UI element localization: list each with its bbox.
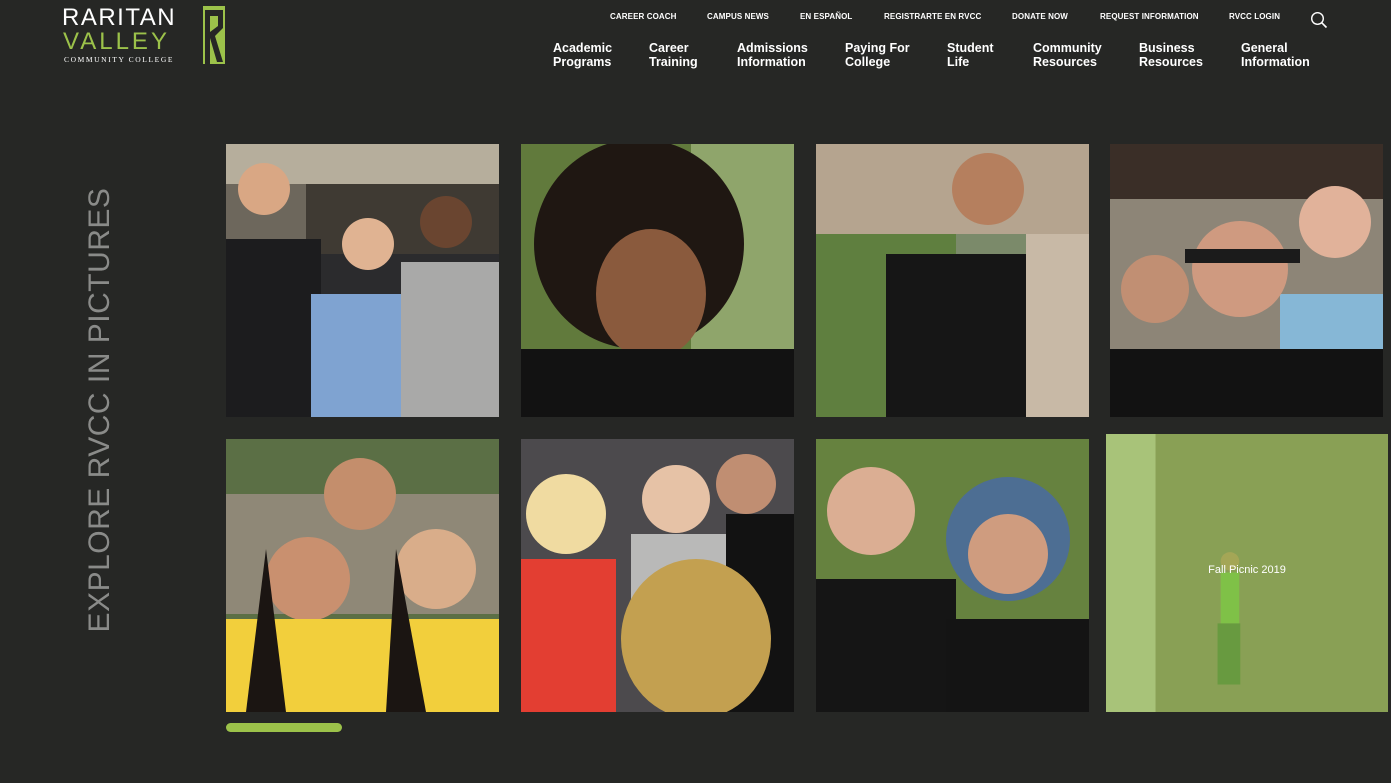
main-nav-label-line1: General bbox=[1241, 41, 1288, 55]
gallery-photo-students-yellow-shirts[interactable] bbox=[226, 439, 499, 712]
main-nav-label-line2: Information bbox=[1241, 55, 1310, 69]
main-nav-label-line2: Information bbox=[737, 55, 806, 69]
main-nav-paying-for-college[interactable]: Paying For College bbox=[845, 41, 910, 69]
main-nav-label-line1: Student bbox=[947, 41, 994, 55]
utility-nav: CAREER COACH CAMPUS NEWS EN ESPAÑOL REGI… bbox=[0, 12, 1391, 26]
main-nav-community-resources[interactable]: Community Resources bbox=[1033, 41, 1102, 69]
main-nav-general-information[interactable]: General Information bbox=[1241, 41, 1310, 69]
photo-student-glasses bbox=[1110, 144, 1383, 417]
main-nav-label-line1: Community bbox=[1033, 41, 1102, 55]
photo-student-conversation bbox=[816, 144, 1089, 417]
gallery-scrollbar[interactable] bbox=[226, 723, 1388, 732]
main-nav-label-line1: Career bbox=[649, 41, 689, 55]
main-nav-business-resources[interactable]: Business Resources bbox=[1139, 41, 1203, 69]
utility-link-en-espanol[interactable]: EN ESPAÑOL bbox=[800, 12, 852, 21]
main-nav-label-line2: Life bbox=[947, 55, 970, 69]
tile-caption: Fall Picnic 2019 bbox=[1208, 564, 1286, 576]
photo-students-group bbox=[226, 144, 499, 417]
gallery-photo-students-lion-statue[interactable] bbox=[521, 439, 794, 712]
utility-link-donate-now[interactable]: DONATE NOW bbox=[1012, 12, 1068, 21]
logo-line-community-college: COMMUNITY COLLEGE bbox=[64, 55, 175, 64]
gallery-photo-student-glasses[interactable] bbox=[1110, 144, 1383, 417]
main-nav-label-line1: Paying For bbox=[845, 41, 910, 55]
main-nav-label-line2: Resources bbox=[1033, 55, 1097, 69]
photo-students-friends bbox=[816, 439, 1089, 712]
gallery-tile-fall-picnic-2019[interactable]: Fall Picnic 2019 bbox=[1106, 434, 1388, 712]
gallery-photo-student-portrait[interactable] bbox=[521, 144, 794, 417]
photo-students-lion-statue bbox=[521, 439, 794, 712]
main-nav-label-line1: Business bbox=[1139, 41, 1195, 55]
logo-line-valley: VALLEY bbox=[63, 28, 170, 55]
main-nav-admissions-information[interactable]: Admissions Information bbox=[737, 41, 808, 69]
photo-student-portrait bbox=[521, 144, 794, 417]
gallery-photo-students-friends[interactable] bbox=[816, 439, 1089, 712]
main-nav-label-line2: Programs bbox=[553, 55, 612, 69]
photo-students-yellow-shirts bbox=[226, 439, 499, 712]
search-icon[interactable] bbox=[1310, 11, 1328, 29]
main-nav-student-life[interactable]: Student Life bbox=[947, 41, 994, 69]
gallery-photo-student-conversation[interactable] bbox=[816, 144, 1089, 417]
gallery-heading: EXPLORE RVCC IN PICTURES bbox=[83, 187, 116, 633]
main-nav-career-training[interactable]: Career Training bbox=[649, 41, 698, 69]
utility-link-career-coach[interactable]: CAREER COACH bbox=[610, 12, 677, 21]
gallery-scrollbar-thumb[interactable] bbox=[226, 723, 343, 732]
utility-link-request-information[interactable]: REQUEST INFORMATION bbox=[1100, 12, 1199, 21]
utility-link-campus-news[interactable]: CAMPUS NEWS bbox=[707, 12, 769, 21]
utility-link-registrarte[interactable]: REGISTRARTE EN RVCC bbox=[884, 12, 981, 21]
main-nav-label-line2: College bbox=[845, 55, 891, 69]
page: RARITAN VALLEY COMMUNITY COLLEGE CAREER … bbox=[0, 0, 1391, 783]
main-nav-label-line1: Admissions bbox=[737, 41, 808, 55]
main-nav-label-line2: Training bbox=[649, 55, 698, 69]
main-nav-label-line1: Academic bbox=[553, 41, 613, 55]
main-nav-label-line2: Resources bbox=[1139, 55, 1203, 69]
gallery-photo-students-group[interactable] bbox=[226, 144, 499, 417]
main-nav-academic-programs[interactable]: Academic Programs bbox=[553, 41, 612, 69]
utility-link-rvcc-login[interactable]: RVCC LOGIN bbox=[1229, 12, 1280, 21]
